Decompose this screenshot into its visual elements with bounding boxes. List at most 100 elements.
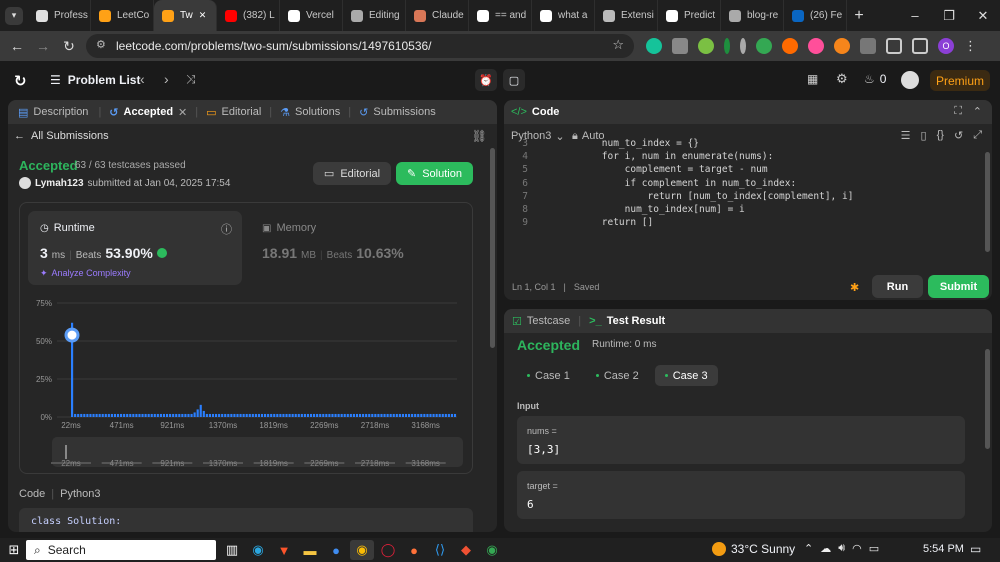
close-tab-icon[interactable]: ✕ (199, 10, 207, 21)
bookmark-star-icon[interactable]: ☆ (612, 37, 624, 53)
bookmark-ext-icon[interactable] (724, 38, 730, 54)
avatar[interactable] (19, 177, 31, 189)
browser-tab[interactable]: Extensi (595, 0, 658, 31)
tab-submissions[interactable]: ↺ Submissions (351, 106, 444, 119)
browser-tab[interactable]: Vercel (280, 0, 343, 31)
browser-tab[interactable]: == and (469, 0, 532, 31)
chevron-up-icon[interactable]: ⌃ (804, 542, 813, 555)
leetcode-logo[interactable]: ↻ (14, 72, 30, 90)
notifications-icon[interactable]: ▭ (970, 542, 981, 556)
result-scrollbar[interactable] (985, 349, 990, 449)
sidepanel-icon[interactable] (912, 38, 928, 54)
case-tab[interactable]: Case 3 (654, 365, 718, 386)
next-problem-icon[interactable]: › (164, 71, 169, 87)
palette-ext-icon[interactable] (808, 38, 824, 54)
streak-counter[interactable]: ♨ 0 (864, 72, 886, 86)
user-avatar[interactable] (901, 71, 919, 89)
edge-icon[interactable]: ◉ (246, 540, 270, 560)
cloud-icon[interactable]: ☁ (820, 542, 831, 555)
minimize-button[interactable]: – (898, 0, 932, 31)
url-field[interactable]: ⚙ leetcode.com/problems/two-sum/submissi… (86, 34, 634, 58)
chrome-alt-icon[interactable]: ◉ (480, 540, 504, 560)
browser-tab[interactable]: blog-re (721, 0, 784, 31)
reload-icon[interactable]: ↻ (56, 33, 82, 59)
shuffle-icon[interactable]: ⤨ (186, 72, 196, 87)
case-tab[interactable]: Case 2 (586, 365, 649, 386)
pen-icon[interactable] (740, 38, 746, 54)
solution-button[interactable]: ✎ Solution (396, 162, 473, 185)
share-link-icon[interactable]: ⛓ (472, 129, 487, 143)
battery-icon[interactable]: ▭ (869, 542, 879, 555)
b-ext-icon[interactable] (860, 38, 876, 54)
clock-time[interactable]: 5:54 PM (923, 543, 964, 555)
code-lines[interactable]: 3 num_to_index = {} 4 for i, num in enume… (504, 138, 984, 238)
notes-button[interactable]: ▢ (503, 69, 525, 91)
volume-icon[interactable]: 🔊︎ (838, 542, 845, 555)
runtime-card[interactable]: ◷ Runtime ⓘ 3 ms | Beats 53.90% ✦ Analyz… (28, 211, 242, 285)
flame-ext-icon[interactable] (782, 38, 798, 54)
analyze-complexity-link[interactable]: ✦ Analyze Complexity (40, 268, 131, 279)
new-tab-button[interactable]: + (847, 0, 871, 31)
tab-solutions[interactable]: ⚗ Solutions (272, 106, 348, 119)
windows-start-icon[interactable]: ⊞ (2, 540, 26, 560)
settings-gear-icon[interactable]: ⚙ (836, 71, 848, 87)
timer-button[interactable]: ⏰ (475, 69, 497, 91)
run-button[interactable]: Run (872, 275, 923, 298)
browser-tab[interactable]: Claude (406, 0, 469, 31)
editorial-button[interactable]: ▭ Editorial (313, 162, 391, 185)
editor-scrollbar[interactable] (985, 152, 990, 252)
layout-icon[interactable]: ▦ (807, 72, 818, 86)
fullscreen-icon[interactable]: ⛶ (954, 105, 962, 118)
tab-search-button[interactable]: ▾ (0, 0, 28, 31)
close-tab-icon[interactable]: ✕ (178, 106, 187, 119)
vscode-icon[interactable]: ⟨⟩ (428, 540, 452, 560)
file-explorer-icon[interactable]: ▬ (298, 540, 322, 560)
kebab-menu-icon[interactable]: ⋮ (964, 38, 977, 54)
firefox-dev-icon[interactable]: ● (324, 540, 348, 560)
firefox-icon[interactable]: ● (402, 540, 426, 560)
tab-accepted[interactable]: ↺ Accepted ✕ (101, 106, 195, 119)
grammarly-icon[interactable] (646, 38, 662, 54)
prev-problem-icon[interactable]: ‹ (140, 71, 145, 87)
restore-button[interactable]: ❐ (932, 0, 966, 31)
runtime-distribution-chart[interactable]: 75% 50% 25% 0% 22ms 471ms 921ms 1370ms 1819ms 226… (20, 287, 472, 475)
collapse-icon[interactable]: ⌃ (973, 105, 982, 118)
brave-icon[interactable]: ▼ (272, 540, 296, 560)
bug-icon[interactable]: ✱ (850, 281, 859, 294)
taskbar-search[interactable]: ⌕ Search (26, 540, 216, 560)
browser-tab[interactable]: Tw ✕ (154, 0, 217, 31)
submitter-name[interactable]: Lymah123 (35, 178, 84, 189)
wifi-icon[interactable]: ◠ (852, 542, 862, 555)
close-window-button[interactable]: ✕ (966, 0, 1000, 31)
tab-editorial[interactable]: ▭ Editorial (198, 106, 269, 119)
metamask-icon[interactable] (834, 38, 850, 54)
all-submissions-link[interactable]: ← All Submissions (14, 130, 109, 142)
site-info-icon[interactable]: ⚙ (96, 38, 106, 51)
weather-widget[interactable]: 33°C Sunny (712, 542, 795, 556)
browser-tab[interactable]: what a (532, 0, 595, 31)
problem-list-button[interactable]: ☰ Problem List (50, 73, 140, 87)
browser-tab[interactable]: LeetCo (91, 0, 154, 31)
browser-tab[interactable]: (26) Fe (784, 0, 847, 31)
browser-tab[interactable]: Profess (28, 0, 91, 31)
puzzle-icon[interactable] (886, 38, 902, 54)
memory-card[interactable]: ▣ Memory 18.91 MB | Beats 10.63% (250, 211, 464, 285)
opera-icon[interactable]: ◯ (376, 540, 400, 560)
forward-icon[interactable]: → (30, 33, 56, 59)
case-tab[interactable]: Case 1 (517, 365, 580, 386)
info-icon[interactable]: ⓘ (221, 221, 232, 237)
tab-testcase[interactable]: ☑ Testcase (512, 315, 570, 328)
left-scrollbar[interactable] (490, 148, 495, 348)
premium-button[interactable]: Premium (930, 70, 990, 91)
browser-tab[interactable]: Editing (343, 0, 406, 31)
back-icon[interactable]: ← (4, 33, 30, 59)
browser-tab[interactable]: Predict (658, 0, 721, 31)
tab-description[interactable]: ▤ Description (8, 106, 98, 119)
chrome-icon[interactable]: ◉ (350, 540, 374, 560)
browser-tab[interactable]: (382) L (217, 0, 280, 31)
tab-test-result[interactable]: >_ Test Result (589, 315, 665, 327)
earth-icon[interactable] (698, 38, 714, 54)
git-icon[interactable]: ◆ (454, 540, 478, 560)
task-view-icon[interactable]: ▥ (220, 540, 244, 560)
profile-avatar[interactable]: O (938, 38, 954, 54)
